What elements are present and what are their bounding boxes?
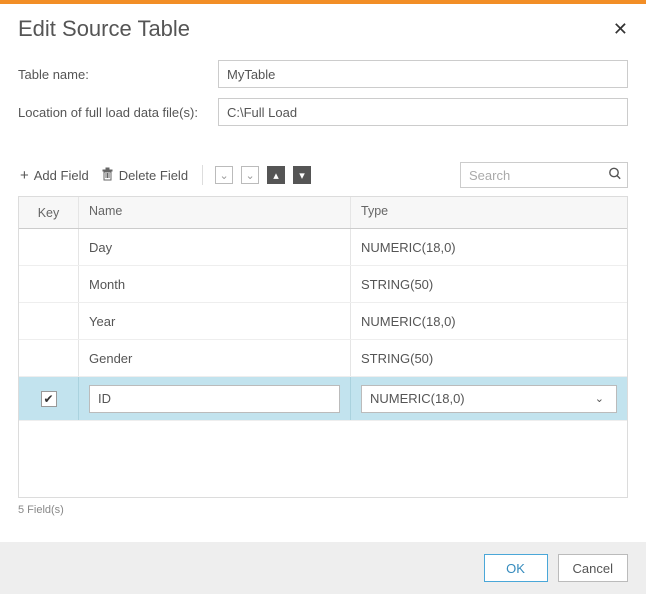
cell-key[interactable]: ✔ bbox=[19, 377, 79, 420]
add-field-label: Add Field bbox=[34, 168, 89, 183]
field-count-label: 5 Field(s) bbox=[0, 498, 646, 526]
search-wrap bbox=[460, 162, 628, 188]
table-row[interactable]: ✔ NUMERIC(18,0) ⌄ bbox=[19, 377, 627, 421]
expand-icon[interactable]: ⌄ bbox=[215, 166, 233, 184]
plus-icon: + bbox=[20, 167, 29, 184]
table-row[interactable]: MonthSTRING(50) bbox=[19, 266, 627, 303]
cell-name[interactable]: Year bbox=[79, 303, 351, 339]
fields-table: Key Name Type DayNUMERIC(18,0)MonthSTRIN… bbox=[18, 196, 628, 498]
table-row[interactable]: YearNUMERIC(18,0) bbox=[19, 303, 627, 340]
input-location[interactable] bbox=[218, 98, 628, 126]
col-header-type[interactable]: Type bbox=[351, 197, 627, 228]
cell-name[interactable]: Gender bbox=[79, 340, 351, 376]
cell-key[interactable] bbox=[19, 303, 79, 339]
dialog-header: Edit Source Table ✕ bbox=[0, 4, 646, 60]
label-location: Location of full load data file(s): bbox=[18, 105, 218, 120]
collapse-icon[interactable]: ⌄ bbox=[241, 166, 259, 184]
toolbar-separator bbox=[202, 165, 203, 185]
table-row[interactable]: GenderSTRING(50) bbox=[19, 340, 627, 377]
cell-type[interactable]: STRING(50) bbox=[351, 340, 627, 376]
cell-type[interactable]: NUMERIC(18,0) bbox=[351, 303, 627, 339]
move-up-icon[interactable]: ▴ bbox=[267, 166, 285, 184]
cell-name[interactable]: Month bbox=[79, 266, 351, 302]
add-field-button[interactable]: + Add Field bbox=[18, 165, 91, 186]
trash-icon bbox=[101, 167, 114, 184]
toolbar: + Add Field Delete Field ⌄ ⌄ ▴ ▾ bbox=[0, 152, 646, 196]
ok-button[interactable]: OK bbox=[484, 554, 548, 582]
cell-type[interactable]: NUMERIC(18,0) bbox=[351, 229, 627, 265]
cell-type[interactable]: STRING(50) bbox=[351, 266, 627, 302]
search-input[interactable] bbox=[460, 162, 628, 188]
key-checkbox[interactable]: ✔ bbox=[41, 391, 57, 407]
input-table-name[interactable] bbox=[218, 60, 628, 88]
cell-name[interactable]: Day bbox=[79, 229, 351, 265]
close-icon[interactable]: ✕ bbox=[613, 19, 628, 40]
table-body: DayNUMERIC(18,0)MonthSTRING(50)YearNUMER… bbox=[19, 229, 627, 497]
col-header-name[interactable]: Name bbox=[79, 197, 351, 228]
name-input[interactable] bbox=[89, 385, 340, 413]
delete-field-label: Delete Field bbox=[119, 168, 188, 183]
cancel-button[interactable]: Cancel bbox=[558, 554, 628, 582]
chevron-down-icon: ⌄ bbox=[595, 392, 608, 405]
cell-key[interactable] bbox=[19, 340, 79, 376]
table-row[interactable]: DayNUMERIC(18,0) bbox=[19, 229, 627, 266]
label-table-name: Table name: bbox=[18, 67, 218, 82]
cell-key[interactable] bbox=[19, 229, 79, 265]
dialog-title: Edit Source Table bbox=[18, 16, 190, 42]
type-select-value: NUMERIC(18,0) bbox=[370, 391, 465, 406]
dialog-footer: OK Cancel bbox=[0, 542, 646, 594]
cell-type[interactable]: NUMERIC(18,0) ⌄ bbox=[351, 377, 627, 420]
table-header: Key Name Type bbox=[19, 197, 627, 229]
col-header-key[interactable]: Key bbox=[19, 197, 79, 228]
cell-key[interactable] bbox=[19, 266, 79, 302]
cell-name[interactable] bbox=[79, 377, 351, 420]
move-down-icon[interactable]: ▾ bbox=[293, 166, 311, 184]
type-select[interactable]: NUMERIC(18,0) ⌄ bbox=[361, 385, 617, 413]
row-table-name: Table name: bbox=[18, 60, 628, 88]
row-location: Location of full load data file(s): bbox=[18, 98, 628, 126]
form-area: Table name: Location of full load data f… bbox=[0, 60, 646, 152]
delete-field-button[interactable]: Delete Field bbox=[99, 165, 190, 186]
